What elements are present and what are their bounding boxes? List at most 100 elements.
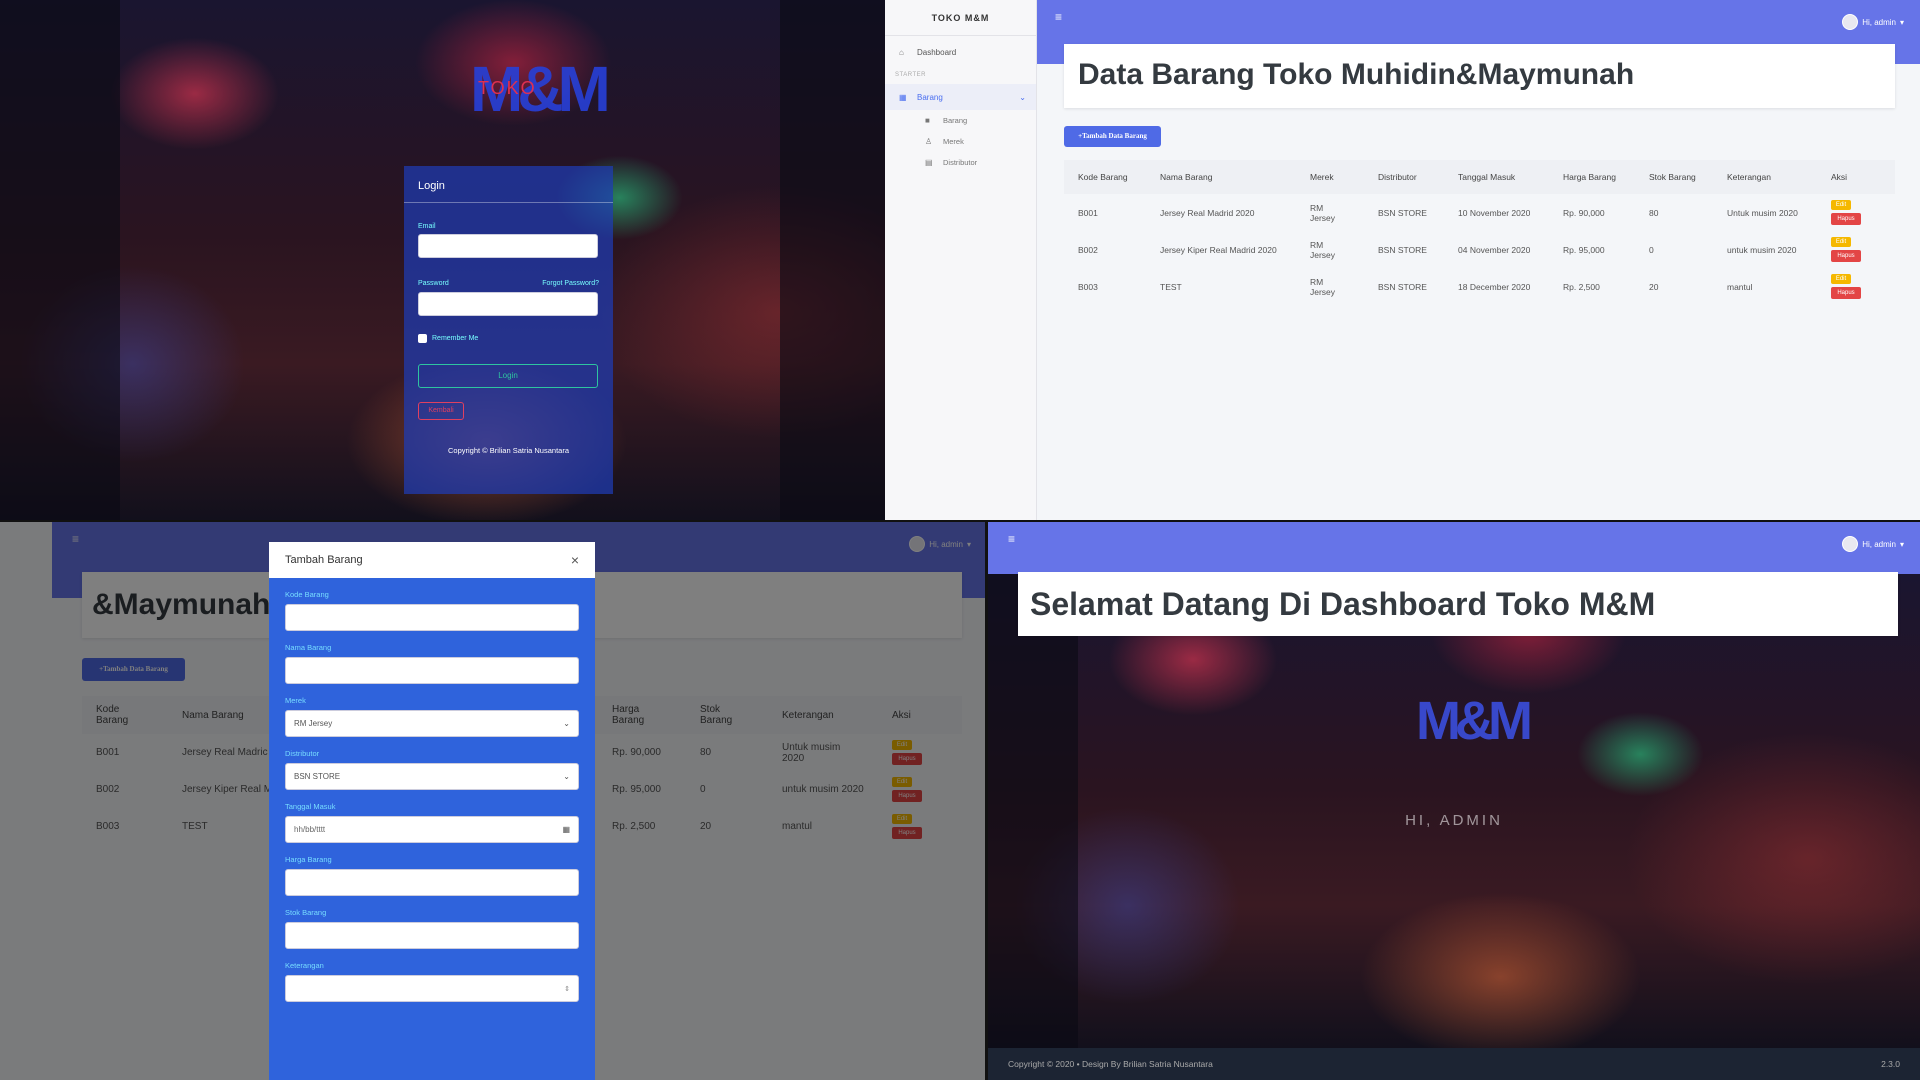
stok-label: Stok Barang (285, 908, 327, 917)
password-label: Password (418, 280, 449, 287)
column-header[interactable]: Aksi (1817, 160, 1895, 194)
cell-aksi: Edit Hapus (1817, 268, 1895, 305)
page-title: Data Barang Toko Muhidin&Maymunah (1078, 58, 1635, 91)
lock-icon: ■ (925, 116, 930, 125)
keterangan-label: Keterangan (285, 961, 324, 970)
edit-button[interactable]: Edit (1831, 200, 1851, 210)
sidebar: TOKO M&M ⌂ Dashboard STARTER ▦ Barang ⌄ … (885, 0, 1037, 520)
cell-merek: RM Jersey (1310, 239, 1336, 260)
table-row: B003 TEST RM Jersey BSN STORE 18 Decembe… (1064, 268, 1895, 305)
admin-data-barang: TOKO M&M ⌂ Dashboard STARTER ▦ Barang ⌄ … (885, 0, 1920, 520)
column-header[interactable]: Kode Barang (1064, 160, 1146, 194)
column-header[interactable]: Stok Barang (1635, 160, 1713, 194)
cell-stok: 0 (1649, 244, 1654, 255)
edit-button[interactable]: Edit (1831, 237, 1851, 247)
cell-nama: TEST (1160, 281, 1182, 292)
tanggal-label: Tanggal Masuk (285, 802, 336, 811)
login-card: Login Email Password Forgot Password? Re… (404, 166, 613, 494)
cell-kode: B003 (1078, 281, 1098, 292)
column-header[interactable]: Harga Barang (1549, 160, 1635, 194)
user-menu[interactable]: Hi, admin ▾ (1842, 536, 1904, 552)
topbar (988, 522, 1920, 574)
sidebar-brand[interactable]: TOKO M&M (885, 0, 1036, 36)
footer: Copyright © 2020 • Design By Brilian Sat… (988, 1048, 1920, 1080)
tanggal-placeholder: hh/bb/tttt (294, 825, 326, 834)
email-label: Email (418, 223, 436, 230)
password-field[interactable] (418, 292, 598, 316)
sidebar-item-label: Barang (943, 116, 968, 125)
sidebar-item-label: Merek (943, 137, 964, 146)
merek-select[interactable]: RM Jersey ⌄ (285, 710, 579, 737)
stok-field[interactable] (285, 922, 579, 949)
caret-down-icon: ▾ (1899, 539, 1904, 549)
cell-harga: Rp. 2,500 (1563, 281, 1600, 292)
nama-field[interactable] (285, 657, 579, 684)
keterangan-textarea[interactable]: ⇕ (285, 975, 579, 1002)
resize-handle-icon[interactable]: ⇕ (564, 985, 570, 993)
column-header[interactable]: Nama Barang (1146, 160, 1296, 194)
user-menu[interactable]: Hi, admin ▾ (1842, 14, 1904, 30)
column-header[interactable]: Tanggal Masuk (1444, 160, 1549, 194)
column-header[interactable]: Keterangan (1713, 160, 1817, 194)
harga-field[interactable] (285, 869, 579, 896)
close-icon[interactable]: × (571, 552, 579, 568)
merek-label: Merek (285, 696, 306, 705)
back-button[interactable]: Kembali (418, 402, 464, 420)
cell-harga: Rp. 90,000 (1563, 207, 1605, 218)
chevron-down-icon: ⌄ (1019, 92, 1026, 102)
cell-distributor: BSN STORE (1378, 281, 1427, 292)
sidebar-subitem-distributor[interactable]: ▤ Distributor (885, 152, 1036, 173)
menu-toggle-icon[interactable]: ≡ (1008, 532, 1015, 546)
sidebar-item-dashboard[interactable]: ⌂ Dashboard (885, 42, 1036, 62)
column-header[interactable]: Distributor (1364, 160, 1444, 194)
sidebar-subitem-barang[interactable]: ■ Barang (885, 110, 1036, 131)
kode-field[interactable] (285, 604, 579, 631)
avatar (1842, 536, 1859, 552)
calendar-icon[interactable]: ▦ (562, 825, 570, 834)
edit-button[interactable]: Edit (1831, 274, 1851, 284)
column-header[interactable]: Merek (1296, 160, 1364, 194)
caret-down-icon: ▾ (1899, 17, 1904, 27)
cell-harga: Rp. 95,000 (1563, 244, 1605, 255)
delete-button[interactable]: Hapus (1831, 250, 1861, 262)
email-field[interactable] (418, 234, 598, 258)
distributor-value: BSN STORE (294, 772, 341, 781)
delete-button[interactable]: Hapus (1831, 213, 1861, 225)
background-photo (988, 574, 1920, 1048)
delete-button[interactable]: Hapus (1831, 287, 1861, 299)
cell-kode: B002 (1078, 244, 1098, 255)
remember-checkbox[interactable] (418, 334, 427, 343)
add-item-modal: Tambah Barang × Kode Barang Nama Barang … (269, 542, 595, 1080)
tanggal-field[interactable]: hh/bb/tttt ▦ (285, 816, 579, 843)
add-item-button[interactable]: +Tambah Data Barang (1064, 126, 1161, 147)
items-table: Kode Barang Nama Barang Merek Distributo… (1064, 160, 1895, 305)
cell-tanggal: 04 November 2020 (1458, 244, 1531, 255)
greeting-text: HI, ADMIN (1405, 812, 1503, 829)
cell-aksi: Edit Hapus (1817, 194, 1895, 231)
cell-nama: Jersey Kiper Real Madrid 2020 (1160, 244, 1277, 255)
sidebar-header: STARTER (895, 72, 926, 78)
cell-distributor: BSN STORE (1378, 207, 1427, 218)
modal-title: Tambah Barang (285, 554, 363, 566)
sidebar-subitem-merek[interactable]: ♙ Merek (885, 131, 1036, 152)
cell-stok: 20 (1649, 281, 1659, 292)
forgot-password-link[interactable]: Forgot Password? (542, 280, 599, 287)
login-title: Login (404, 166, 613, 203)
nama-label: Nama Barang (285, 643, 332, 652)
login-button[interactable]: Login (418, 364, 598, 388)
user-label: Hi, admin (1862, 539, 1896, 549)
cell-tanggal: 10 November 2020 (1458, 207, 1531, 218)
menu-toggle-icon[interactable]: ≡ (1055, 10, 1062, 24)
sidebar-item-label: Distributor (943, 158, 978, 167)
cell-keterangan: mantul (1727, 281, 1753, 292)
avatar (1842, 14, 1859, 30)
logo-text: TOKO (478, 78, 537, 98)
sidebar-item-label: Barang (917, 92, 943, 102)
harga-label: Harga Barang (285, 855, 332, 864)
distributor-select[interactable]: BSN STORE ⌄ (285, 763, 579, 790)
cell-merek: RM Jersey (1310, 202, 1336, 223)
home-icon: ⌂ (899, 47, 904, 57)
sidebar-item-barang[interactable]: ▦ Barang ⌄ (885, 84, 1036, 110)
calendar-icon: ▤ (925, 158, 933, 167)
cell-stok: 80 (1649, 207, 1659, 218)
